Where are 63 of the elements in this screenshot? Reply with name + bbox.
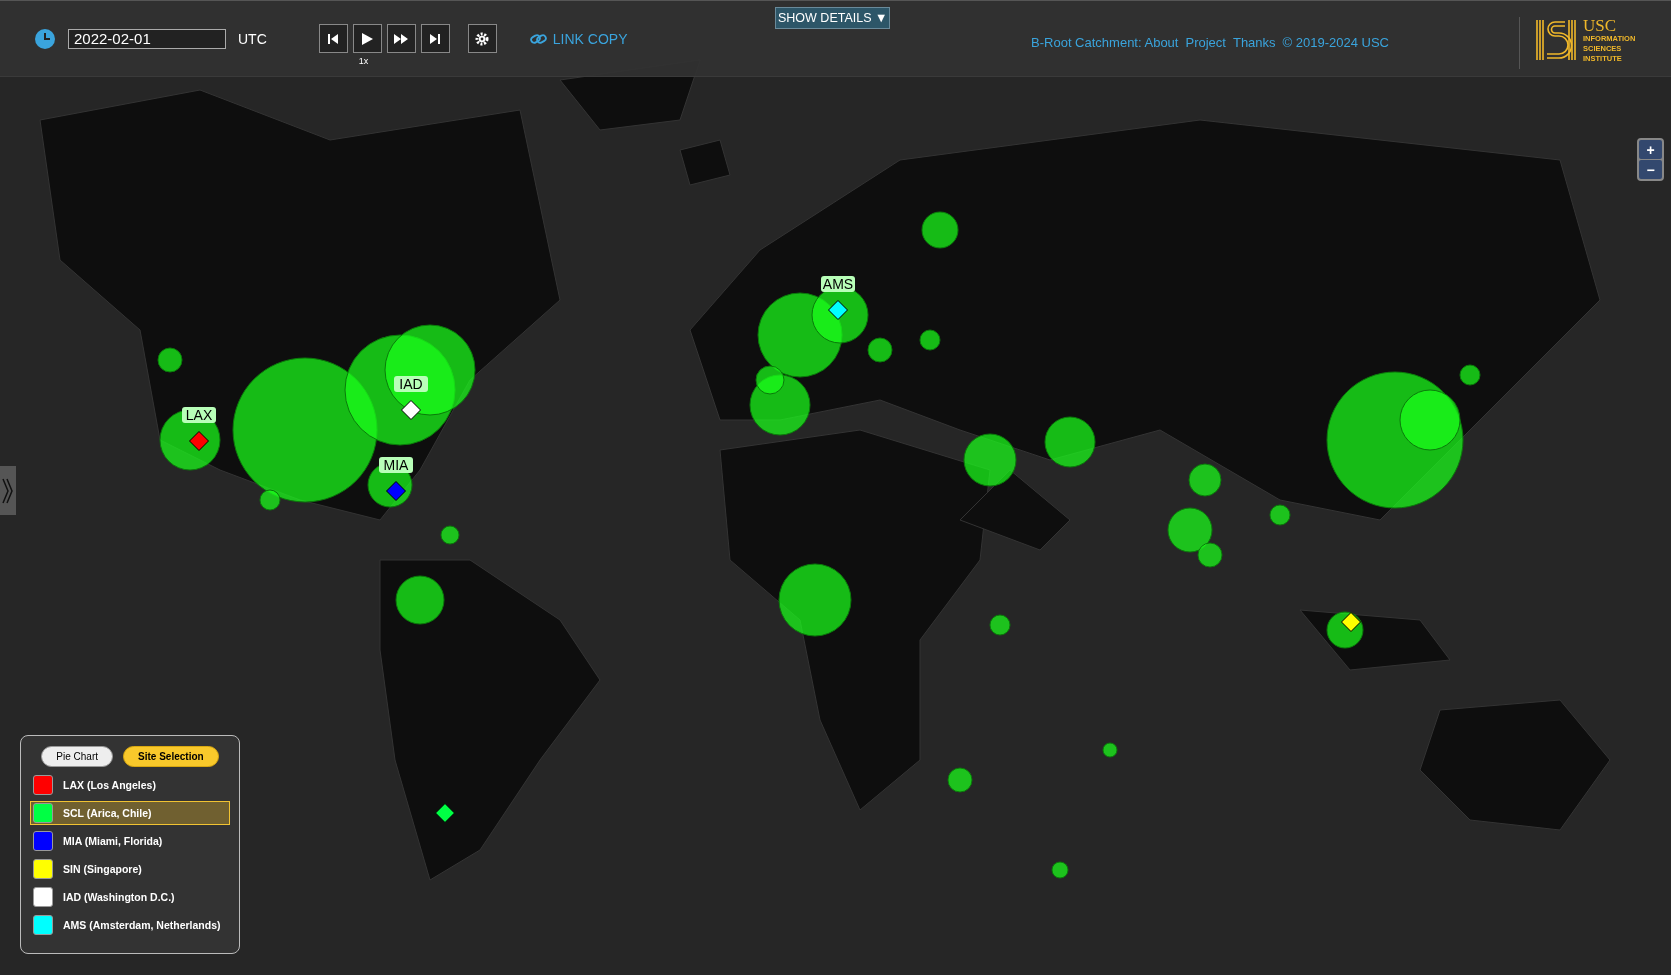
catchment-bubble <box>989 614 1011 636</box>
site-marker[interactable] <box>1341 612 1361 632</box>
settings-button[interactable] <box>467 24 497 53</box>
zoom-out-button[interactable]: − <box>1639 160 1662 179</box>
site-label: SCL (Arica, Chile) <box>63 807 152 819</box>
site-label: SIN (Singapore) <box>63 863 142 875</box>
site-code-label: IAD <box>394 376 428 392</box>
show-details-button[interactable]: SHOW DETAILS ▼ <box>775 7 891 29</box>
clock-icon <box>34 27 56 50</box>
date-field[interactable]: 2022-02-01 <box>68 28 226 49</box>
fast-forward-button[interactable] <box>386 24 416 53</box>
site-label: LAX (Los Angeles) <box>63 779 156 791</box>
fast-forward-icon <box>394 33 409 44</box>
header-link[interactable]: © 2019-2024 USC <box>1282 35 1389 50</box>
sidebar-toggle[interactable] <box>0 466 16 515</box>
site-item[interactable]: AMS (Amsterdam, Netherlands) <box>30 913 230 937</box>
legend-tab[interactable]: Pie Chart <box>41 746 114 767</box>
header-link[interactable]: Thanks <box>1232 35 1276 50</box>
catchment-bubble <box>963 433 1017 487</box>
logo-title: USC <box>1583 18 1618 34</box>
settings-icon <box>475 31 490 46</box>
site-code-label: LAX <box>182 407 216 423</box>
catchment-bubble <box>1051 861 1069 879</box>
catchment-bubble <box>1102 742 1118 758</box>
site-marker[interactable] <box>189 431 209 451</box>
link-icon <box>529 32 547 45</box>
catchment-bubble <box>157 347 183 373</box>
skip-back-icon <box>328 33 339 44</box>
header-link[interactable]: Project <box>1185 35 1226 50</box>
site-label: MIA (Miami, Florida) <box>63 835 163 847</box>
site-code-label: AMS <box>821 276 855 292</box>
skip-forward-icon <box>430 33 441 44</box>
site-marker[interactable] <box>386 481 406 501</box>
legend-tab[interactable]: Site Selection <box>123 746 219 767</box>
play-button[interactable] <box>352 24 382 53</box>
site-item[interactable]: SIN (Singapore) <box>30 857 230 881</box>
catchment-bubble <box>1188 463 1222 497</box>
play-icon <box>361 32 373 45</box>
site-label: IAD (Washington D.C.) <box>63 891 175 903</box>
site-marker[interactable] <box>401 400 421 420</box>
skip-forward-button[interactable] <box>420 24 450 53</box>
catchment-bubble <box>921 211 959 249</box>
site-label: AMS (Amsterdam, Netherlands) <box>63 919 221 931</box>
catchment-bubble <box>1269 504 1291 526</box>
site-item[interactable]: IAD (Washington D.C.) <box>30 885 230 909</box>
header-link[interactable]: B-Root Catchment: About <box>1031 35 1179 50</box>
timezone-label: UTC <box>238 30 267 47</box>
catchment-bubble <box>947 767 973 793</box>
catchment-bubble <box>395 575 445 625</box>
catchment-bubble <box>1044 416 1096 468</box>
link-copy-button[interactable]: LINK COPY <box>529 30 628 47</box>
catchment-bubble <box>440 525 460 545</box>
site-item[interactable]: SCL (Arica, Chile) <box>30 801 230 825</box>
skip-back-button[interactable] <box>318 24 348 53</box>
site-item[interactable]: LAX (Los Angeles) <box>30 773 230 797</box>
logo-icon <box>1535 18 1579 62</box>
catchment-bubble <box>919 329 941 351</box>
site-code-label: MIA <box>379 457 413 473</box>
site-item[interactable]: MIA (Miami, Florida) <box>30 829 230 853</box>
zoom-in-button[interactable]: + <box>1639 140 1662 159</box>
site-marker[interactable] <box>435 803 455 823</box>
site-marker[interactable] <box>828 300 848 320</box>
speed-label: 1x <box>358 56 369 66</box>
